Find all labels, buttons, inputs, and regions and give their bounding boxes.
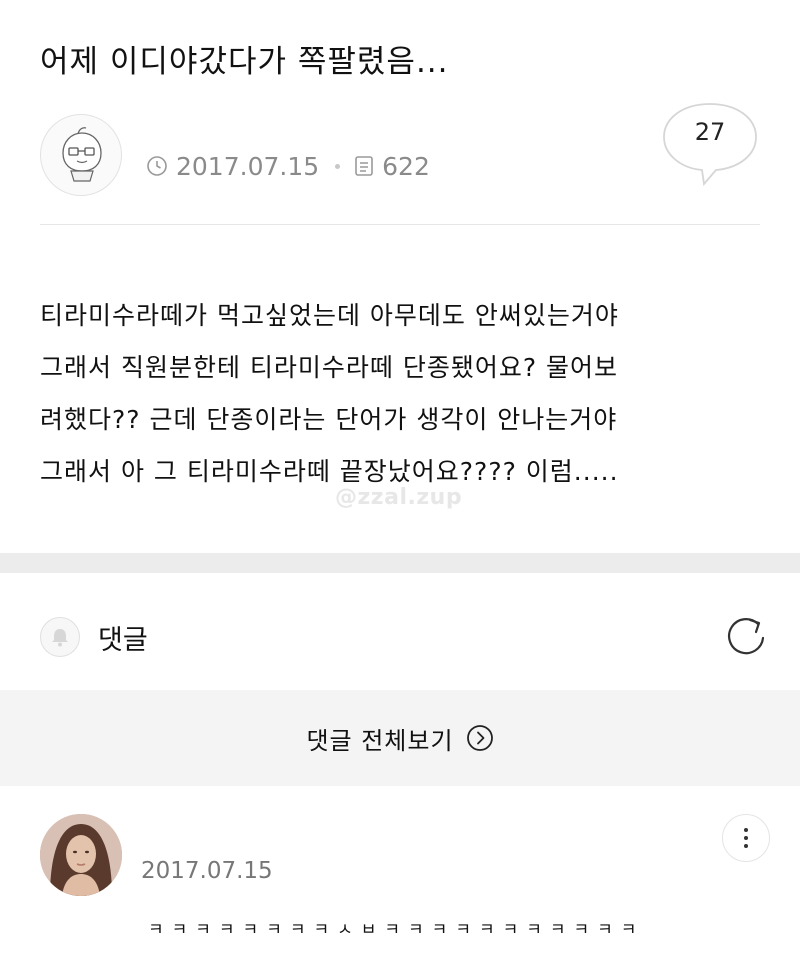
post-body-line: 티라미수라떼가 먹고싶었는데 아무데도 안써있는거야 [40, 301, 619, 330]
document-icon [354, 155, 374, 177]
profile-photo [40, 814, 122, 896]
divider [40, 224, 760, 225]
comment-text: ㅋㅋㅋㅋㅋㅋㅋㅋㅅㅂㅋㅋㅋㅋㅋㅋㅋㅋㅋㅋㅋ [148, 920, 645, 940]
post-body-line: 려했다?? 근데 단종이라는 단어가 생각이 안나는거야 [40, 405, 618, 434]
post-body-line: 그래서 직원분한테 티라미수라떼 단종됐어요? 물어보 [40, 353, 619, 382]
commenter-avatar[interactable] [40, 814, 122, 896]
view-all-section: 댓글 전체보기 [0, 690, 800, 786]
post-date: 2017.07.15 [176, 151, 320, 181]
chevron-right-circle-icon [466, 725, 493, 751]
refresh-icon [728, 618, 765, 655]
more-options-button[interactable] [722, 814, 770, 862]
view-all-label: 댓글 전체보기 [306, 726, 454, 755]
peach-character-icon [62, 127, 102, 182]
post-body: 티라미수라떼가 먹고싶었는데 아무데도 안써있는거야 그래서 직원분한테 티라미… [40, 290, 780, 498]
comment-count-button[interactable]: 27 [660, 100, 760, 188]
bell-icon [40, 617, 80, 657]
more-vertical-icon [744, 828, 748, 832]
more-vertical-icon-dot [744, 844, 748, 848]
post-title: 어제 이디야갔다가 쪽팔렸음... [40, 44, 449, 80]
meta-separator [335, 163, 341, 169]
section-separator [0, 553, 800, 573]
view-all-comments-button[interactable]: 댓글 전체보기 [0, 690, 800, 786]
comments-header: 댓글 [40, 615, 148, 659]
comment-count: 27 [694, 118, 726, 146]
view-count: 622 [382, 151, 430, 181]
more-vertical-icon-dot [744, 836, 748, 840]
comments-label: 댓글 [98, 624, 148, 656]
author-avatar[interactable] [40, 114, 122, 196]
watermark: @zzal.zup [335, 485, 463, 510]
post-meta: 2017.07.15 622 [146, 149, 430, 183]
comment-date: 2017.07.15 [141, 858, 273, 884]
clock-icon [146, 155, 168, 177]
refresh-button[interactable] [722, 612, 770, 660]
